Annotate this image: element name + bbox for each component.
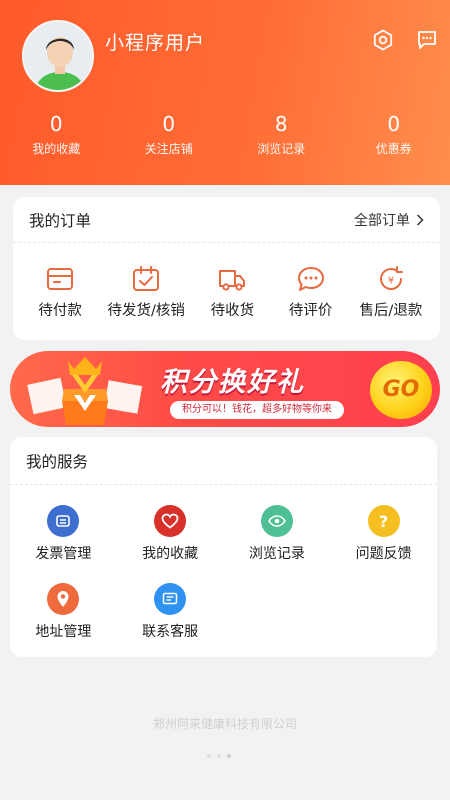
- all-orders-label: 全部订单: [354, 212, 410, 229]
- service-label: 联系客服: [142, 624, 199, 640]
- service-label: 发票管理: [35, 546, 92, 562]
- service-label: 我的收藏: [142, 546, 199, 562]
- order-label: 待发货/核销: [107, 303, 185, 319]
- message-icon[interactable]: [416, 29, 438, 51]
- service-label: 地址管理: [35, 624, 92, 640]
- gift-box-illustration: [27, 357, 143, 425]
- orders-title: 我的订单: [29, 211, 92, 230]
- avatar-image: [24, 22, 92, 90]
- orders-header: 我的订单 全部订单: [13, 197, 440, 243]
- stat-label: 优惠券: [375, 142, 412, 156]
- stat-value: 8: [274, 112, 288, 136]
- order-label: 待收货: [210, 303, 255, 319]
- order-pending-shipment[interactable]: 待发货/核销: [99, 265, 193, 320]
- service-label: 浏览记录: [248, 546, 305, 562]
- svg-text:¥: ¥: [388, 276, 394, 287]
- all-orders-link[interactable]: 全部订单: [354, 210, 424, 230]
- services-card: 我的服务 发票管理 我的收藏 浏览记录 ? 问题反馈 地址管理 联系客服: [10, 437, 437, 657]
- service-favorites[interactable]: 我的收藏: [117, 505, 224, 583]
- refund-icon: ¥: [379, 266, 403, 290]
- service-label: 问题反馈: [355, 546, 412, 562]
- eye-icon: [260, 505, 293, 537]
- order-pending-review[interactable]: 待评价: [272, 265, 350, 320]
- stat-value: 0: [162, 112, 176, 136]
- stat-followed-shops[interactable]: 0 关注店铺: [113, 112, 226, 162]
- order-status-row: 待付款 待发货/核销 待收货 待评价 ¥ 售后/退款: [13, 243, 440, 320]
- wallet-icon: [47, 268, 74, 290]
- service-invoice[interactable]: 发票管理: [10, 505, 117, 583]
- heart-icon: [154, 505, 187, 537]
- order-label: 待付款: [38, 303, 82, 319]
- stat-history[interactable]: 8 浏览记录: [225, 112, 338, 162]
- order-pending-payment[interactable]: 待付款: [21, 265, 99, 320]
- stat-label: 关注店铺: [144, 142, 193, 156]
- go-button[interactable]: GO: [370, 361, 432, 419]
- services-title: 我的服务: [26, 452, 89, 471]
- service-contact[interactable]: 联系客服: [117, 583, 224, 661]
- truck-icon: [219, 270, 246, 291]
- order-label: 售后/退款: [359, 303, 423, 319]
- page-dot: [207, 754, 211, 758]
- services-grid: 发票管理 我的收藏 浏览记录 ? 问题反馈 地址管理 联系客服: [10, 485, 437, 661]
- question-icon: ?: [367, 505, 400, 537]
- services-header: 我的服务: [10, 437, 437, 485]
- stat-coupons[interactable]: 0 优惠券: [338, 112, 450, 162]
- banner-title: 积分换好礼: [160, 367, 305, 398]
- location-icon: [47, 583, 80, 615]
- orders-card: 我的订单 全部订单 待付款 待发货/核销 待收货 待评价 ¥ 售后/退款: [13, 197, 440, 340]
- page-dot-active: [227, 754, 231, 758]
- service-address[interactable]: 地址管理: [10, 583, 117, 661]
- stat-label: 我的收藏: [32, 142, 81, 156]
- stat-label: 浏览记录: [257, 142, 306, 156]
- order-after-sales[interactable]: ¥ 售后/退款: [350, 265, 432, 320]
- service-feedback[interactable]: ? 问题反馈: [330, 505, 437, 583]
- stat-value: 0: [387, 112, 401, 136]
- stat-favorites[interactable]: 0 我的收藏: [0, 112, 113, 162]
- chat-service-icon: [154, 583, 187, 615]
- stats-row: 0 我的收藏 0 关注店铺 8 浏览记录 0 优惠券: [0, 112, 450, 162]
- comment-icon: [297, 267, 324, 291]
- order-pending-receipt[interactable]: 待收货: [193, 265, 271, 320]
- page-indicator: [207, 754, 231, 758]
- points-exchange-banner[interactable]: 积分换好礼 积分可以！钱花，超多好物等你来 GO: [10, 351, 440, 427]
- page-dot: [217, 754, 221, 758]
- invoice-icon: [47, 505, 80, 537]
- avatar[interactable]: [22, 20, 94, 92]
- username: 小程序用户: [105, 32, 206, 54]
- stat-value: 0: [49, 112, 63, 136]
- chevron-right-icon: [416, 213, 424, 226]
- profile-header: 小程序用户 0 我的收藏 0 关注店铺 8 浏览记录 0 优惠券: [0, 0, 450, 185]
- company-footer: 郑州阿来健康科技有限公司: [152, 717, 297, 731]
- service-history[interactable]: 浏览记录: [224, 505, 331, 583]
- order-label: 待评价: [288, 303, 333, 319]
- banner-subtitle: 积分可以！钱花，超多好物等你来: [170, 401, 344, 419]
- settings-icon[interactable]: [372, 29, 394, 51]
- calendar-check-icon: [133, 266, 160, 291]
